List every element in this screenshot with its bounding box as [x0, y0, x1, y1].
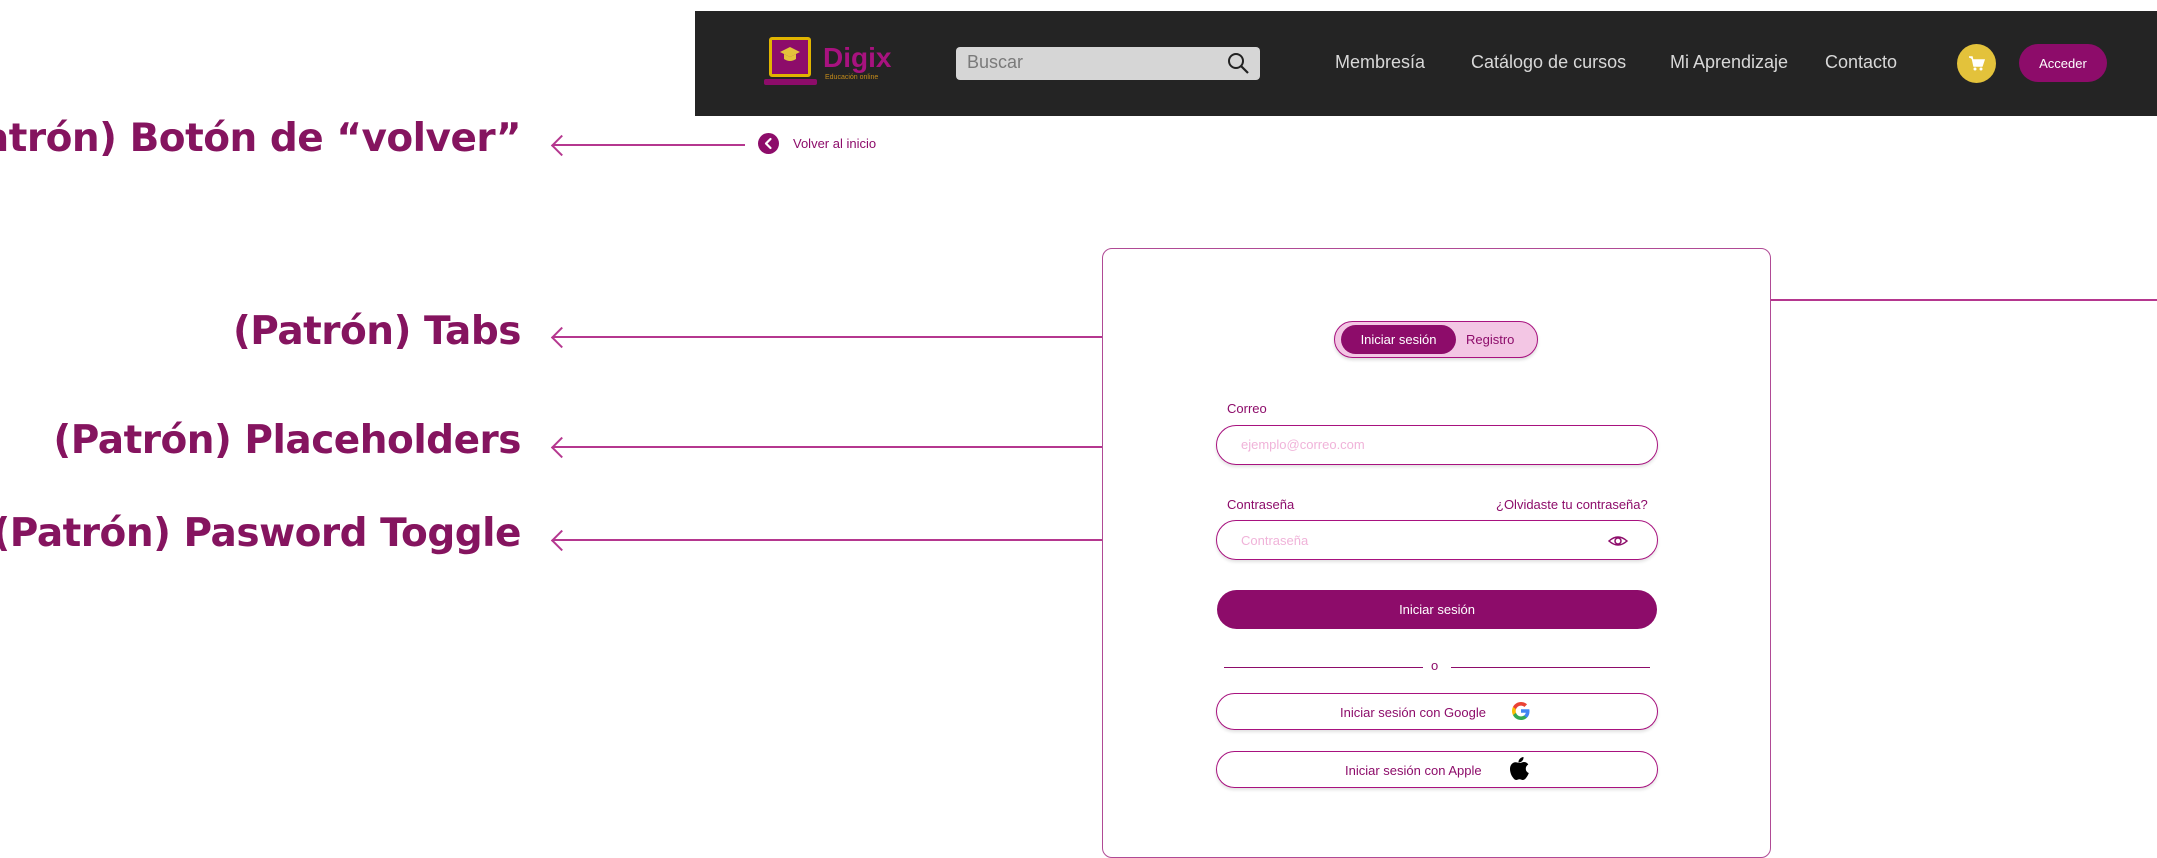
tab-login[interactable]: Iniciar sesión: [1341, 325, 1456, 354]
nav-contacto[interactable]: Contacto: [1825, 52, 1897, 73]
back-button[interactable]: [758, 133, 779, 154]
google-button-label: Iniciar sesión con Google: [1340, 705, 1486, 720]
top-navbar: [695, 11, 2157, 116]
forgot-password-link[interactable]: ¿Olvidaste tu contraseña?: [1496, 497, 1648, 512]
annotation-password-toggle-pattern: (Patrón) Pasword Toggle: [0, 511, 521, 556]
submit-button[interactable]: Iniciar sesión: [1217, 590, 1657, 629]
email-label: Correo: [1227, 401, 1267, 416]
annotation-line-right: [1732, 299, 2157, 301]
google-icon: [1512, 702, 1530, 720]
divider-right: [1451, 667, 1650, 668]
tab-register[interactable]: Registro: [1466, 332, 1514, 347]
divider-text: o: [1431, 658, 1439, 673]
nav-catalogo[interactable]: Catálogo de cursos: [1471, 52, 1626, 73]
apple-icon: [1510, 757, 1529, 780]
apple-button-label: Iniciar sesión con Apple: [1345, 763, 1482, 778]
logo-text[interactable]: Digix: [823, 42, 891, 74]
annotation-tabs-pattern: (Patrón) Tabs: [232, 309, 522, 354]
annotation-back-pattern: (Patrón) Botón de “volver”: [0, 116, 522, 161]
password-label: Contraseña: [1227, 497, 1295, 512]
password-placeholder: Contraseña: [1241, 533, 1309, 548]
cart-icon: [1969, 56, 1986, 71]
chevron-left-icon: [764, 137, 772, 150]
annotation-line: [553, 144, 745, 146]
divider-left: [1224, 667, 1423, 668]
login-button[interactable]: Acceder: [2019, 44, 2107, 82]
nav-mi-aprendizaje[interactable]: Mi Aprendizaje: [1670, 52, 1788, 73]
eye-icon[interactable]: [1608, 531, 1628, 551]
nav-membresia[interactable]: Membresía: [1335, 52, 1425, 73]
email-placeholder: ejemplo@correo.com: [1241, 437, 1365, 452]
search-placeholder: Buscar: [967, 52, 1024, 72]
graduation-cap-icon: [780, 47, 800, 61]
annotation-placeholders-pattern: (Patrón) Placeholders: [53, 418, 521, 463]
cart-button[interactable]: [1957, 44, 1996, 83]
back-link[interactable]: Volver al inicio: [793, 136, 876, 151]
logo-base: [764, 79, 817, 85]
logo-subtitle: Educación online: [825, 74, 879, 81]
search-icon[interactable]: [1226, 51, 1250, 75]
